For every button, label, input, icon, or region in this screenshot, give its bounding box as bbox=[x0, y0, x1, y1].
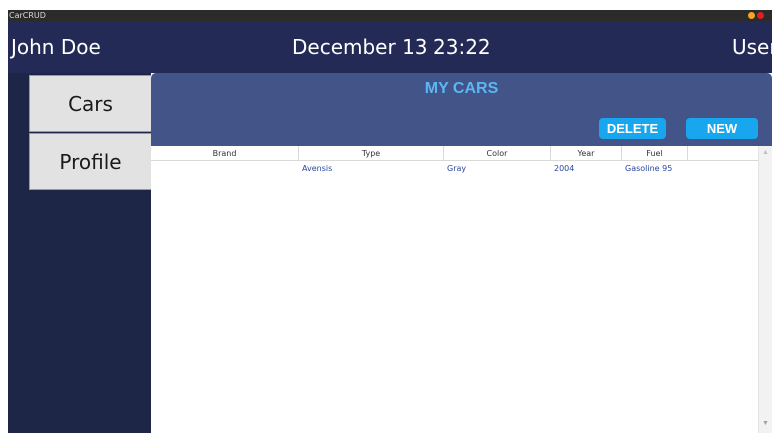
current-time: 23:22 bbox=[433, 35, 491, 59]
scroll-down-icon[interactable]: ▼ bbox=[762, 420, 769, 427]
cell-color: Gray bbox=[447, 164, 467, 173]
app-window: CarCRUD John Doe December 13 23:22 User … bbox=[8, 10, 772, 433]
page-title: MY CARS bbox=[424, 80, 499, 97]
cell-year: 2004 bbox=[554, 164, 575, 173]
column-header-type[interactable]: Type bbox=[299, 146, 444, 161]
cell-brand bbox=[151, 162, 299, 175]
user-role: User bbox=[732, 35, 772, 59]
app-header: John Doe December 13 23:22 User bbox=[8, 21, 772, 73]
sidebar-item-profile[interactable]: Profile bbox=[29, 133, 152, 190]
user-name: John Doe bbox=[11, 35, 101, 59]
content-header: MY CARS DELETE NEW bbox=[151, 73, 772, 146]
cell-type: Avensis bbox=[302, 164, 333, 173]
delete-button[interactable]: DELETE bbox=[599, 118, 666, 139]
table-row[interactable]: Avensis Gray 2004 Gasoline 95 bbox=[151, 162, 758, 175]
column-header-year[interactable]: Year bbox=[551, 146, 622, 161]
column-header-fuel[interactable]: Fuel bbox=[622, 146, 688, 161]
sidebar: Cars Profile bbox=[8, 73, 152, 433]
column-header-color[interactable]: Color bbox=[444, 146, 551, 161]
column-header-filler bbox=[688, 146, 758, 161]
cell-fuel: Gasoline 95 bbox=[625, 164, 673, 173]
sidebar-item-cars[interactable]: Cars bbox=[29, 75, 152, 132]
column-header-brand[interactable]: Brand bbox=[151, 146, 299, 161]
cars-table[interactable]: Brand Type Color Year Fuel Avensis Gray … bbox=[151, 146, 772, 433]
new-button[interactable]: NEW bbox=[686, 118, 758, 139]
main-content: MY CARS DELETE NEW Brand Type Color Year… bbox=[151, 73, 772, 433]
table-scrollbar[interactable]: ▲ ▼ bbox=[758, 146, 772, 433]
close-button[interactable] bbox=[757, 12, 764, 19]
app-title: CarCRUD bbox=[9, 11, 46, 20]
minimize-button[interactable] bbox=[748, 12, 755, 19]
current-date: December 13 bbox=[292, 35, 428, 59]
scroll-up-icon[interactable]: ▲ bbox=[762, 149, 769, 156]
table-header: Brand Type Color Year Fuel bbox=[151, 146, 758, 161]
title-bar: CarCRUD bbox=[8, 10, 772, 21]
